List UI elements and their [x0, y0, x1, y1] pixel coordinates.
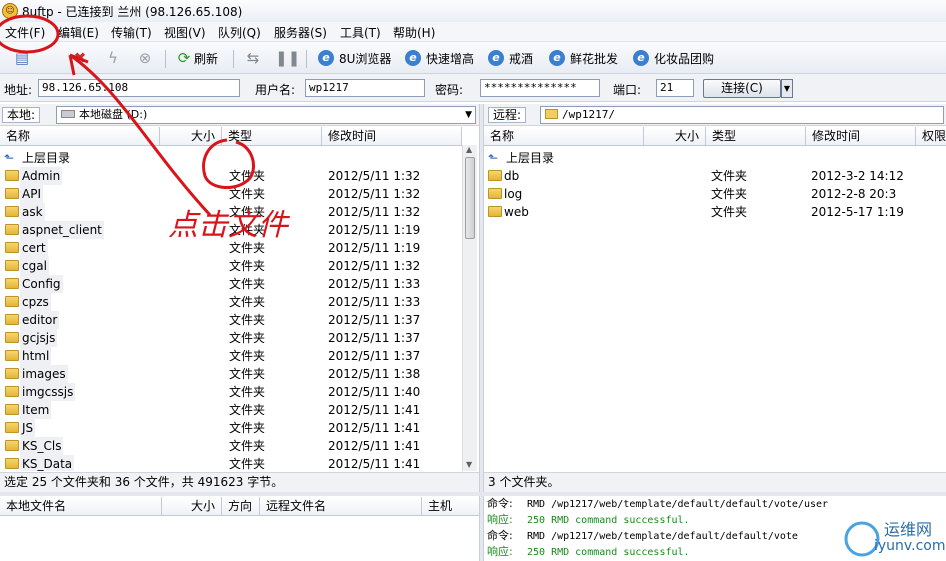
annotation-text: 点击文件 [168, 208, 288, 243]
highlight-circle-column [202, 138, 255, 189]
annotation-overlay [0, 14, 255, 217]
highlight-circle-file-menu [0, 14, 60, 54]
watermark-logo: 运维网 iyunv.com [842, 512, 946, 561]
annotation-arrow [69, 53, 212, 217]
watermark-url: iyunv.com [874, 538, 946, 554]
watermark-cn: 运维网 [884, 520, 933, 539]
